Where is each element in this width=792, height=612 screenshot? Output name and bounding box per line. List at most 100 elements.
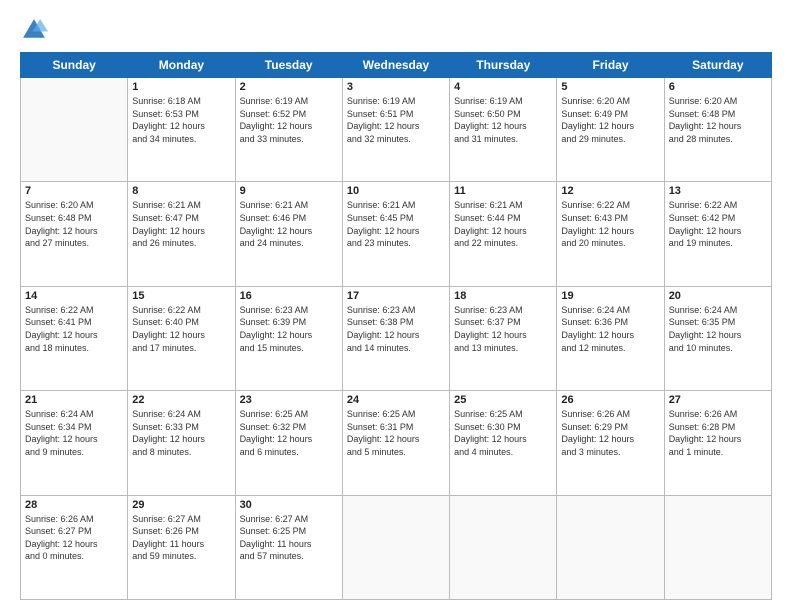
calendar-day-cell: 21 Sunrise: 6:24 AM Sunset: 6:34 PM Dayli…	[21, 391, 128, 495]
page: SundayMondayTuesdayWednesdayThursdayFrid…	[0, 0, 792, 612]
day-info: Sunrise: 6:23 AM Sunset: 6:39 PM Dayligh…	[240, 304, 338, 354]
day-info: Sunrise: 6:22 AM Sunset: 6:42 PM Dayligh…	[669, 199, 767, 249]
day-number: 21	[25, 394, 123, 406]
calendar-day-cell: 19 Sunrise: 6:24 AM Sunset: 6:36 PM Dayli…	[557, 286, 664, 390]
calendar-day-cell	[450, 495, 557, 599]
day-info: Sunrise: 6:24 AM Sunset: 6:34 PM Dayligh…	[25, 408, 123, 458]
day-info: Sunrise: 6:21 AM Sunset: 6:45 PM Dayligh…	[347, 199, 445, 249]
day-info: Sunrise: 6:22 AM Sunset: 6:41 PM Dayligh…	[25, 304, 123, 354]
day-number: 1	[132, 81, 230, 93]
day-number: 10	[347, 185, 445, 197]
day-info: Sunrise: 6:19 AM Sunset: 6:52 PM Dayligh…	[240, 95, 338, 145]
day-info: Sunrise: 6:25 AM Sunset: 6:31 PM Dayligh…	[347, 408, 445, 458]
day-info: Sunrise: 6:21 AM Sunset: 6:44 PM Dayligh…	[454, 199, 552, 249]
day-info: Sunrise: 6:20 AM Sunset: 6:49 PM Dayligh…	[561, 95, 659, 145]
day-number: 12	[561, 185, 659, 197]
day-number: 23	[240, 394, 338, 406]
calendar-day-cell	[557, 495, 664, 599]
day-number: 28	[25, 499, 123, 511]
calendar-week-row: 21 Sunrise: 6:24 AM Sunset: 6:34 PM Dayli…	[21, 391, 772, 495]
calendar-table: SundayMondayTuesdayWednesdayThursdayFrid…	[20, 52, 772, 600]
day-number: 7	[25, 185, 123, 197]
day-info: Sunrise: 6:20 AM Sunset: 6:48 PM Dayligh…	[25, 199, 123, 249]
calendar-day-cell: 8 Sunrise: 6:21 AM Sunset: 6:47 PM Daylig…	[128, 182, 235, 286]
day-number: 6	[669, 81, 767, 93]
calendar-day-header: Saturday	[664, 53, 771, 78]
calendar-day-cell: 17 Sunrise: 6:23 AM Sunset: 6:38 PM Dayli…	[342, 286, 449, 390]
calendar-day-cell: 11 Sunrise: 6:21 AM Sunset: 6:44 PM Dayli…	[450, 182, 557, 286]
day-info: Sunrise: 6:19 AM Sunset: 6:50 PM Dayligh…	[454, 95, 552, 145]
calendar-week-row: 14 Sunrise: 6:22 AM Sunset: 6:41 PM Dayli…	[21, 286, 772, 390]
day-info: Sunrise: 6:21 AM Sunset: 6:46 PM Dayligh…	[240, 199, 338, 249]
calendar-day-cell: 30Sunrise: 6:27 AM Sunset: 6:25 PM Dayli…	[235, 495, 342, 599]
calendar-day-cell: 23 Sunrise: 6:25 AM Sunset: 6:32 PM Dayli…	[235, 391, 342, 495]
calendar-day-cell: 3Sunrise: 6:19 AM Sunset: 6:51 PM Daylig…	[342, 78, 449, 182]
day-info: Sunrise: 6:25 AM Sunset: 6:30 PM Dayligh…	[454, 408, 552, 458]
calendar-day-cell: 26 Sunrise: 6:26 AM Sunset: 6:29 PM Dayli…	[557, 391, 664, 495]
day-info: Sunrise: 6:18 AM Sunset: 6:53 PM Dayligh…	[132, 95, 230, 145]
calendar-day-header: Wednesday	[342, 53, 449, 78]
calendar-day-cell: 7 Sunrise: 6:20 AM Sunset: 6:48 PM Daylig…	[21, 182, 128, 286]
calendar-day-cell: 6 Sunrise: 6:20 AM Sunset: 6:48 PM Daylig…	[664, 78, 771, 182]
day-number: 24	[347, 394, 445, 406]
calendar-day-header: Monday	[128, 53, 235, 78]
calendar-day-cell: 2 Sunrise: 6:19 AM Sunset: 6:52 PM Daylig…	[235, 78, 342, 182]
logo	[20, 16, 52, 44]
day-number: 18	[454, 290, 552, 302]
calendar-day-header: Tuesday	[235, 53, 342, 78]
day-info: Sunrise: 6:20 AM Sunset: 6:48 PM Dayligh…	[669, 95, 767, 145]
calendar-day-cell	[664, 495, 771, 599]
calendar-day-cell: 16 Sunrise: 6:23 AM Sunset: 6:39 PM Dayli…	[235, 286, 342, 390]
day-info: Sunrise: 6:24 AM Sunset: 6:35 PM Dayligh…	[669, 304, 767, 354]
calendar-day-cell: 9 Sunrise: 6:21 AM Sunset: 6:46 PM Daylig…	[235, 182, 342, 286]
day-number: 11	[454, 185, 552, 197]
day-number: 15	[132, 290, 230, 302]
day-info: Sunrise: 6:21 AM Sunset: 6:47 PM Dayligh…	[132, 199, 230, 249]
day-info: Sunrise: 6:25 AM Sunset: 6:32 PM Dayligh…	[240, 408, 338, 458]
calendar-day-cell: 25 Sunrise: 6:25 AM Sunset: 6:30 PM Dayli…	[450, 391, 557, 495]
day-number: 20	[669, 290, 767, 302]
day-info: Sunrise: 6:26 AM Sunset: 6:29 PM Dayligh…	[561, 408, 659, 458]
day-number: 9	[240, 185, 338, 197]
calendar-day-cell: 20 Sunrise: 6:24 AM Sunset: 6:35 PM Dayli…	[664, 286, 771, 390]
calendar-day-header: Thursday	[450, 53, 557, 78]
day-info: Sunrise: 6:26 AM Sunset: 6:27 PM Dayligh…	[25, 513, 123, 563]
logo-icon	[20, 16, 48, 44]
day-number: 26	[561, 394, 659, 406]
calendar-day-cell: 12 Sunrise: 6:22 AM Sunset: 6:43 PM Dayli…	[557, 182, 664, 286]
day-number: 16	[240, 290, 338, 302]
day-number: 14	[25, 290, 123, 302]
day-info: Sunrise: 6:26 AM Sunset: 6:28 PM Dayligh…	[669, 408, 767, 458]
calendar-day-cell	[342, 495, 449, 599]
calendar-week-row: 7 Sunrise: 6:20 AM Sunset: 6:48 PM Daylig…	[21, 182, 772, 286]
day-number: 13	[669, 185, 767, 197]
day-number: 2	[240, 81, 338, 93]
day-number: 4	[454, 81, 552, 93]
calendar-day-cell: 18Sunrise: 6:23 AM Sunset: 6:37 PM Dayli…	[450, 286, 557, 390]
calendar-header-row: SundayMondayTuesdayWednesdayThursdayFrid…	[21, 53, 772, 78]
day-info: Sunrise: 6:24 AM Sunset: 6:33 PM Dayligh…	[132, 408, 230, 458]
header	[20, 16, 772, 44]
day-info: Sunrise: 6:27 AM Sunset: 6:26 PM Dayligh…	[132, 513, 230, 563]
day-info: Sunrise: 6:24 AM Sunset: 6:36 PM Dayligh…	[561, 304, 659, 354]
day-number: 19	[561, 290, 659, 302]
day-number: 25	[454, 394, 552, 406]
calendar-day-cell: 14 Sunrise: 6:22 AM Sunset: 6:41 PM Dayli…	[21, 286, 128, 390]
calendar-day-cell: 29Sunrise: 6:27 AM Sunset: 6:26 PM Dayli…	[128, 495, 235, 599]
calendar-day-cell: 10 Sunrise: 6:21 AM Sunset: 6:45 PM Dayli…	[342, 182, 449, 286]
day-number: 27	[669, 394, 767, 406]
day-info: Sunrise: 6:23 AM Sunset: 6:38 PM Dayligh…	[347, 304, 445, 354]
day-info: Sunrise: 6:27 AM Sunset: 6:25 PM Dayligh…	[240, 513, 338, 563]
calendar-day-cell: 1 Sunrise: 6:18 AM Sunset: 6:53 PM Daylig…	[128, 78, 235, 182]
calendar-day-cell: 15Sunrise: 6:22 AM Sunset: 6:40 PM Dayli…	[128, 286, 235, 390]
calendar-week-row: 28 Sunrise: 6:26 AM Sunset: 6:27 PM Dayli…	[21, 495, 772, 599]
calendar-day-cell: 24 Sunrise: 6:25 AM Sunset: 6:31 PM Dayli…	[342, 391, 449, 495]
day-number: 8	[132, 185, 230, 197]
calendar-day-cell: 27 Sunrise: 6:26 AM Sunset: 6:28 PM Dayli…	[664, 391, 771, 495]
day-info: Sunrise: 6:19 AM Sunset: 6:51 PM Dayligh…	[347, 95, 445, 145]
calendar-day-cell: 5Sunrise: 6:20 AM Sunset: 6:49 PM Daylig…	[557, 78, 664, 182]
day-info: Sunrise: 6:22 AM Sunset: 6:43 PM Dayligh…	[561, 199, 659, 249]
calendar-day-cell: 4 Sunrise: 6:19 AM Sunset: 6:50 PM Daylig…	[450, 78, 557, 182]
day-number: 17	[347, 290, 445, 302]
day-number: 22	[132, 394, 230, 406]
